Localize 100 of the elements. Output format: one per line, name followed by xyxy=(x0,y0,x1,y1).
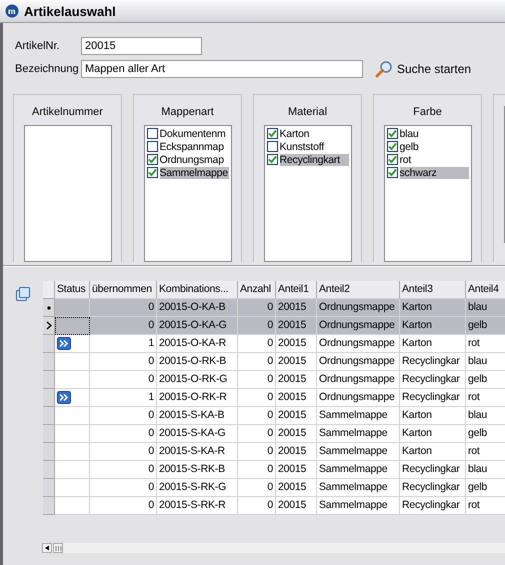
list-item[interactable]: Recyclingkart xyxy=(280,154,348,166)
table-row[interactable]: 0 20015-S-RK-G 0 20015 Sammelmappe Recyclingkar gelb xyxy=(43,479,505,497)
table-cell: 20015-O-RK-R xyxy=(157,389,238,407)
table-cell: 20015 xyxy=(276,407,317,425)
field-label: Bezeichnung xyxy=(15,63,80,75)
table-cell: 0 xyxy=(238,425,276,443)
checkbox[interactable] xyxy=(146,141,158,152)
table-cell: 20015-S-KA-G xyxy=(157,425,238,443)
table-row[interactable]: 0 20015-S-RK-B 0 20015 Sammelmappe Recyclingkar blau xyxy=(43,461,505,479)
table-row[interactable]: 0 20015-O-RK-B 0 20015 Ordnungsmappe Recyclingkar blau xyxy=(43,353,505,371)
checkbox[interactable] xyxy=(386,128,398,139)
row-dot-icon xyxy=(46,306,50,310)
forward-icon xyxy=(57,391,71,404)
row-header[interactable] xyxy=(43,299,55,317)
checkbox-list[interactable]: Karton Kunststoff Recyclingkart xyxy=(264,125,352,262)
table-cell: Sammelmappe xyxy=(317,425,400,443)
table-cell: Ordnungsmappe xyxy=(317,371,400,389)
checkbox[interactable] xyxy=(386,167,398,178)
table-cell: gelb xyxy=(466,317,505,335)
left-arrow-icon xyxy=(44,545,50,551)
table-cell: 0 xyxy=(238,389,276,407)
checkbox[interactable] xyxy=(266,128,278,139)
table-row[interactable]: 0 20015-S-KA-G 0 20015 Sammelmappe Karton gelb xyxy=(43,425,505,443)
current-row-icon xyxy=(46,321,52,330)
table-cell: 20015 xyxy=(276,497,317,515)
table-cell: 20015-O-KA-R xyxy=(157,335,238,353)
table-cell: 0 xyxy=(90,299,157,317)
table-cell: Ordnungsmappe xyxy=(317,353,400,371)
list-item[interactable]: schwarz xyxy=(400,166,468,178)
list-item[interactable]: Sammelmappe xyxy=(160,166,229,178)
table-cell: 20015 xyxy=(276,425,317,443)
table-row[interactable]: 0 20015-S-RK-R 0 20015 Sammelmappe Recyclingkar rot xyxy=(43,497,505,515)
checkbox[interactable] xyxy=(146,154,158,165)
table-row[interactable]: 1 20015-O-KA-R 0 20015 Ordnungsmappe Karton rot xyxy=(43,335,505,353)
list-item[interactable]: rot xyxy=(400,154,468,166)
table-cell: Recyclingkar xyxy=(400,371,466,389)
checkbox[interactable] xyxy=(146,167,158,178)
table-cell: Karton xyxy=(400,335,466,353)
table-cell: Ordnungsmappe xyxy=(317,335,400,353)
table-cell: 20015-S-RK-R xyxy=(157,497,238,515)
list-item[interactable]: Karton xyxy=(280,128,348,140)
article-number-field[interactable]: 20015 xyxy=(81,37,202,55)
checkbox[interactable] xyxy=(146,128,158,139)
checkbox[interactable] xyxy=(386,154,398,165)
search-icon xyxy=(375,60,393,78)
table-cell: 20015-S-RK-G xyxy=(157,479,238,497)
table-cell: 0 xyxy=(238,479,276,497)
table-cell: Sammelmappe xyxy=(317,461,400,479)
table-cell: 20015 xyxy=(276,335,317,353)
table-cell: Karton xyxy=(400,407,466,425)
table-cell: 0 xyxy=(238,461,276,479)
table-cell: rot xyxy=(466,443,505,461)
table-cell: 20015 xyxy=(276,353,317,371)
table-cell: Recyclingkar xyxy=(400,389,466,407)
table-cell: Ordnungsmappe xyxy=(317,299,400,317)
table-cell: 0 xyxy=(90,479,157,497)
table-cell: 1 xyxy=(90,389,157,407)
window-title: Artikelauswahl xyxy=(24,4,116,18)
table-cell: Karton xyxy=(400,443,466,461)
windows-icon[interactable] xyxy=(15,286,31,302)
checkbox[interactable] xyxy=(266,141,278,152)
table-cell: 20015-S-KA-R xyxy=(157,443,238,461)
list-item[interactable]: gelb xyxy=(400,140,468,152)
table-cell: 0 xyxy=(238,299,276,317)
table-cell: Recyclingkar xyxy=(400,497,466,515)
table-cell: Ordnungsmappe xyxy=(317,389,400,407)
checkbox[interactable] xyxy=(266,154,278,165)
table-cell: Sammelmappe xyxy=(317,443,400,461)
table-cell: 20015 xyxy=(276,479,317,497)
table-cell: 20015 xyxy=(276,461,317,479)
checkbox-list[interactable]: blau gelb rot schwarz xyxy=(384,125,472,262)
table-cell: Recyclingkar xyxy=(400,479,466,497)
checkbox-list[interactable]: Dokumentenm Eckspannmap Ordnungsmap Sammelmappe xyxy=(144,125,232,262)
list-item[interactable]: Kunststoff xyxy=(280,140,348,152)
list-item[interactable]: blau xyxy=(400,128,468,140)
table-cell: Karton xyxy=(400,425,466,443)
table-cell: 0 xyxy=(90,497,157,515)
table-row[interactable]: 0 20015-S-KA-R 0 20015 Sammelmappe Karton rot xyxy=(43,443,505,461)
table-cell: 20015-O-RK-G xyxy=(157,371,238,389)
list-item[interactable]: Dokumentenm xyxy=(160,128,228,140)
checkbox-list[interactable] xyxy=(24,125,112,262)
table-row[interactable]: 0 20015-S-KA-B 0 20015 Sammelmappe Karton blau xyxy=(43,407,505,425)
app-logo-icon xyxy=(5,4,19,18)
table-row[interactable]: 0 20015-O-KA-B 0 20015 Ordnungsmappe Karton blau xyxy=(43,299,505,317)
table-cell: gelb xyxy=(466,479,505,497)
name-field[interactable]: Mappen aller Art xyxy=(81,60,363,78)
scroll-left-button[interactable] xyxy=(42,543,52,553)
list-item[interactable]: Ordnungsmap xyxy=(160,154,228,166)
table-cell: rot xyxy=(466,335,505,353)
table-row[interactable]: 1 20015-O-RK-R 0 20015 Ordnungsmappe Recyclingkar rot xyxy=(43,389,505,407)
row-header[interactable] xyxy=(43,317,55,335)
list-item[interactable]: Eckspannmap xyxy=(160,140,228,152)
table-cell: Sammelmappe xyxy=(317,407,400,425)
checkbox[interactable] xyxy=(386,141,398,152)
table-row[interactable]: 0 20015-O-KA-G 0 20015 Ordnungsmappe Karton gelb xyxy=(43,317,505,335)
search-button[interactable]: Suche starten xyxy=(375,60,472,78)
table-cell: 0 xyxy=(90,407,157,425)
grip-icon xyxy=(54,546,62,550)
scroll-thumb[interactable] xyxy=(53,543,63,553)
table-row[interactable]: 0 20015-O-RK-G 0 20015 Ordnungsmappe Recyclingkar gelb xyxy=(43,371,505,389)
